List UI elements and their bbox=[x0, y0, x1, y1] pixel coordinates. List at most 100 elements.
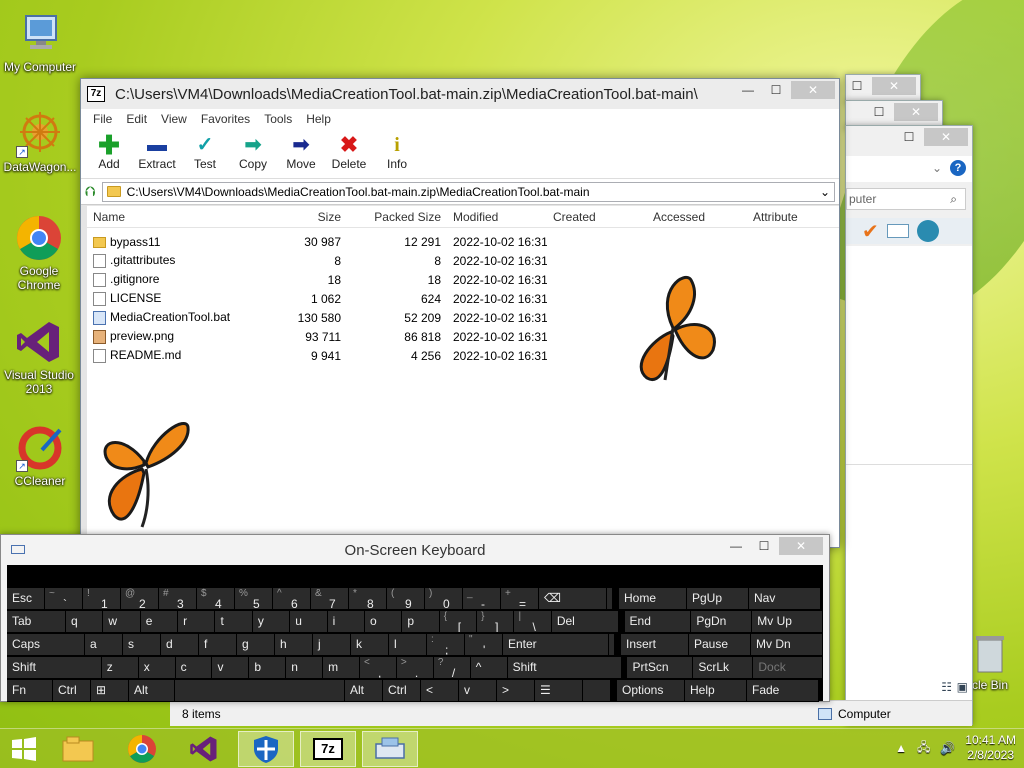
details-view-icon[interactable]: ☷ bbox=[941, 680, 952, 694]
start-button[interactable] bbox=[0, 731, 48, 767]
chevron-down-icon[interactable]: ⌄ bbox=[932, 161, 942, 175]
search-box[interactable]: puter ⌕ bbox=[846, 188, 966, 210]
key-o[interactable]: o bbox=[364, 610, 403, 633]
key-shift[interactable]: Shift bbox=[7, 656, 102, 679]
desktop-icon-datawagon[interactable]: ↗ DataWagon... bbox=[0, 110, 80, 174]
key-1[interactable]: ! 1 bbox=[83, 587, 121, 610]
key-g[interactable]: g bbox=[237, 633, 275, 656]
key-c[interactable]: c bbox=[175, 656, 213, 679]
col-packed-size[interactable]: Packed Size bbox=[347, 210, 447, 224]
key-l[interactable]: l bbox=[389, 633, 427, 656]
chevron-down-icon[interactable]: ⌄ bbox=[820, 185, 830, 199]
key-home[interactable]: Home bbox=[619, 587, 687, 610]
copy-button[interactable]: ➡ Copy bbox=[233, 129, 273, 178]
col-modified[interactable]: Modified bbox=[447, 210, 547, 224]
key-q[interactable]: q bbox=[65, 610, 104, 633]
key-2[interactable]: @2 bbox=[121, 587, 159, 610]
key-t[interactable]: t bbox=[215, 610, 253, 633]
key-<[interactable]: < bbox=[421, 679, 459, 702]
key-\[interactable]: | \ bbox=[514, 610, 552, 633]
key-options[interactable]: Options bbox=[617, 679, 685, 702]
key-r[interactable]: r bbox=[178, 610, 216, 633]
key-7[interactable]: & 7 bbox=[311, 587, 349, 610]
key-⌫[interactable]: ⌫ bbox=[539, 587, 607, 610]
properties-icon[interactable] bbox=[886, 224, 909, 238]
key->[interactable]: > bbox=[497, 679, 535, 702]
taskbar-visual-studio[interactable] bbox=[176, 731, 232, 767]
menu-tools[interactable]: Tools bbox=[264, 112, 292, 126]
desktop-icon-chrome[interactable]: Google Chrome bbox=[0, 214, 78, 292]
key-pgup[interactable]: PgUp bbox=[687, 587, 749, 610]
taskbar-chrome[interactable] bbox=[114, 731, 170, 767]
key-m[interactable]: m bbox=[323, 656, 361, 679]
search-input[interactable]: puter bbox=[849, 192, 876, 206]
7zip-window[interactable]: 7z C:\Users\VM4\Downloads\MediaCreationT… bbox=[80, 78, 840, 548]
key-esc[interactable]: Esc bbox=[7, 587, 45, 610]
clock[interactable]: 10:41 AM 2/8/2023 bbox=[965, 733, 1016, 763]
close-icon[interactable]: ✕ bbox=[894, 103, 938, 121]
menu-file[interactable]: File bbox=[93, 112, 112, 126]
maximize-icon[interactable]: ☐ bbox=[763, 81, 789, 99]
key-j[interactable]: j bbox=[313, 633, 351, 656]
key-f[interactable]: f bbox=[199, 633, 237, 656]
key-z[interactable]: z bbox=[101, 656, 139, 679]
col-attributes[interactable]: Attribute bbox=[747, 210, 837, 224]
key-6[interactable]: ^ 6 bbox=[273, 587, 311, 610]
maximize-icon[interactable]: ☐ bbox=[751, 537, 777, 555]
volume-icon[interactable]: 🔊 bbox=[940, 741, 955, 755]
col-accessed[interactable]: Accessed bbox=[647, 210, 747, 224]
key-,[interactable]: <, bbox=[360, 656, 397, 679]
key-[[interactable]: {[ bbox=[439, 610, 478, 633]
key-mv-dn[interactable]: Mv Dn bbox=[751, 633, 823, 656]
key-'[interactable]: " ' bbox=[465, 633, 503, 656]
maximize-icon[interactable]: ☐ bbox=[866, 103, 892, 121]
key-help[interactable]: Help bbox=[685, 679, 747, 702]
key-dock[interactable]: Dock bbox=[753, 656, 824, 679]
table-row[interactable]: .gitignore 18 18 2022-10-02 16:31 bbox=[87, 270, 839, 289]
table-row[interactable]: preview.png 93 711 86 818 2022-10-02 16:… bbox=[87, 327, 839, 346]
key-v[interactable]: v bbox=[459, 679, 497, 702]
table-row[interactable]: README.md 9 941 4 256 2022-10-02 16:31 bbox=[87, 346, 839, 365]
key-pgdn[interactable]: PgDn bbox=[691, 610, 753, 633]
key-caps[interactable]: Caps bbox=[7, 633, 85, 656]
menu-edit[interactable]: Edit bbox=[126, 112, 147, 126]
extract-button[interactable]: ▬ Extract bbox=[137, 129, 177, 178]
key-fn[interactable]: Fn bbox=[7, 679, 53, 702]
key-h[interactable]: h bbox=[275, 633, 313, 656]
key-ctrl[interactable]: Ctrl bbox=[383, 679, 421, 702]
up-folder-icon[interactable]: ⮉ bbox=[85, 183, 96, 200]
osk-title-bar[interactable]: On-Screen Keyboard — ☐ ✕ bbox=[1, 535, 829, 565]
menu-help[interactable]: Help bbox=[306, 112, 331, 126]
close-icon[interactable]: ✕ bbox=[924, 128, 968, 146]
key-pause[interactable]: Pause bbox=[689, 633, 751, 656]
key-enter[interactable]: Enter bbox=[503, 633, 609, 656]
key-e[interactable]: e bbox=[140, 610, 179, 633]
minimize-icon[interactable]: — bbox=[723, 537, 749, 555]
address-input[interactable]: C:\Users\VM4\Downloads\MediaCreationTool… bbox=[101, 181, 835, 202]
key-ctrl[interactable]: Ctrl bbox=[53, 679, 91, 702]
checkmark-icon[interactable]: ✔ bbox=[862, 219, 879, 244]
key-5[interactable]: % 5 bbox=[235, 587, 273, 610]
key-insert[interactable]: Insert bbox=[621, 633, 689, 656]
key-9[interactable]: (9 bbox=[387, 587, 425, 610]
tiles-view-icon[interactable]: ▣ bbox=[957, 680, 968, 694]
col-name[interactable]: Name bbox=[87, 210, 247, 224]
table-row[interactable]: bypass11 30 987 12 291 2022-10-02 16:31 bbox=[87, 232, 839, 251]
close-button[interactable]: ✕ bbox=[779, 537, 823, 555]
network-icon[interactable] bbox=[916, 220, 939, 242]
key--[interactable]: _ - bbox=[463, 587, 501, 610]
key-nav[interactable]: Nav bbox=[749, 587, 821, 610]
key-y[interactable]: y bbox=[252, 610, 291, 633]
title-bar[interactable]: 7z C:\Users\VM4\Downloads\MediaCreationT… bbox=[81, 79, 839, 109]
table-row[interactable]: LICENSE 1 062 624 2022-10-02 16:31 bbox=[87, 289, 839, 308]
maximize-icon[interactable]: ☐ bbox=[896, 128, 922, 146]
key-^[interactable]: ^ bbox=[470, 656, 508, 679]
on-screen-keyboard-window[interactable]: On-Screen Keyboard — ☐ ✕ Esc ~ `! 1 @2 #3 $4% 5… bbox=[0, 534, 830, 702]
key-tab[interactable]: Tab bbox=[7, 610, 66, 633]
key-x[interactable]: x bbox=[138, 656, 176, 679]
key-u[interactable]: u bbox=[290, 610, 328, 633]
key-;[interactable]: :; bbox=[427, 633, 465, 656]
maximize-icon[interactable]: ☐ bbox=[844, 77, 870, 95]
key-][interactable]: }] bbox=[477, 610, 515, 633]
key-=[interactable]: + = bbox=[501, 587, 539, 610]
